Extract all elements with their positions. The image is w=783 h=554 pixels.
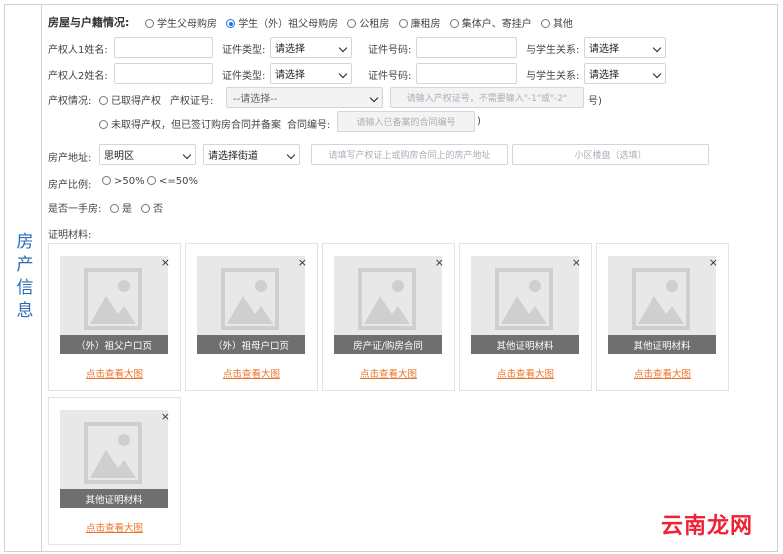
chevron-down-icon	[286, 150, 296, 160]
radio-icon[interactable]	[141, 204, 150, 213]
housing-type-option[interactable]: 公租房	[347, 19, 389, 30]
material-caption: 其他证明材料	[471, 335, 579, 354]
close-icon[interactable]: ×	[572, 256, 581, 269]
close-icon[interactable]: ×	[161, 410, 170, 423]
owner2-name-label: 产权人2姓名:	[48, 71, 108, 82]
contract-no-label: 合同编号:	[287, 120, 331, 131]
owner2-cert-no-input[interactable]	[416, 63, 517, 84]
property-cert-suffix: 号)	[588, 96, 602, 107]
material-thumbnail[interactable]: （外）祖母户口页	[197, 256, 305, 354]
close-icon[interactable]: ×	[161, 256, 170, 269]
chevron-down-icon	[652, 69, 662, 79]
housing-type-title: 房屋与户籍情况:	[48, 16, 130, 29]
owner1-name-label: 产权人1姓名:	[48, 45, 108, 56]
material-caption: 其他证明材料	[60, 489, 168, 508]
ratio-opt-gt50[interactable]: >50%	[102, 176, 145, 187]
materials-label: 证明材料:	[48, 230, 92, 241]
watermark-logo: 云南龙网	[660, 513, 753, 539]
housing-type-option[interactable]: 其他	[540, 19, 573, 30]
radio-icon[interactable]	[145, 19, 154, 28]
address-label: 房产地址:	[48, 153, 92, 164]
chevron-down-icon	[369, 93, 379, 103]
material-card: 其他证明材料 × 点击查看大图	[596, 243, 729, 391]
housing-type-options: 学生父母购房 学生（外）祖父母购房 公租房 廉租房 集体户、寄挂户 其他	[145, 15, 579, 30]
chevron-down-icon	[338, 43, 348, 53]
close-icon[interactable]: ×	[298, 256, 307, 269]
radio-icon[interactable]	[99, 120, 108, 129]
contract-no-input[interactable]: 请输入已备案的合同编号	[337, 111, 475, 132]
view-large-link[interactable]: 点击查看大图	[323, 366, 454, 380]
owner1-name-input[interactable]	[114, 37, 213, 58]
radio-icon[interactable]	[449, 19, 459, 28]
firsthand-yes[interactable]: 是	[110, 200, 132, 215]
property-cert-select[interactable]: --请选择--	[226, 87, 383, 108]
radio-icon[interactable]	[147, 176, 156, 185]
material-thumbnail[interactable]: （外）祖父户口页	[60, 256, 168, 354]
owner2-relation-select[interactable]: 请选择	[584, 63, 666, 84]
view-large-link[interactable]: 点击查看大图	[460, 366, 591, 380]
material-thumbnail[interactable]: 房产证/购房合同	[334, 256, 442, 354]
radio-icon[interactable]	[99, 96, 108, 105]
chevron-down-icon	[338, 69, 348, 79]
owner2-relation-label: 与学生关系:	[526, 71, 580, 82]
material-caption: （外）祖母户口页	[197, 335, 305, 354]
property-status-label: 产权情况:	[48, 96, 92, 107]
radio-icon[interactable]	[102, 176, 111, 185]
radio-icon[interactable]	[540, 19, 550, 28]
owner1-cert-no-label: 证件号码:	[368, 45, 412, 56]
community-input[interactable]: 小区楼盘（选填）	[512, 144, 709, 165]
firsthand-label: 是否一手房:	[48, 204, 102, 215]
material-thumbnail[interactable]: 其他证明材料	[471, 256, 579, 354]
owner2-cert-no-label: 证件号码:	[368, 71, 412, 82]
material-card: 房产证/购房合同 × 点击查看大图	[322, 243, 455, 391]
property-opt-obtained[interactable]: 已取得产权	[99, 92, 161, 107]
radio-icon[interactable]	[110, 204, 119, 213]
firsthand-no[interactable]: 否	[141, 200, 163, 215]
housing-type-option[interactable]: 集体户、寄挂户	[449, 19, 532, 30]
section-side-label: 房产信息	[5, 5, 42, 551]
owner1-cert-no-input[interactable]	[416, 37, 517, 58]
owner1-cert-type-label: 证件类型:	[222, 45, 266, 56]
owner1-relation-label: 与学生关系:	[526, 45, 580, 56]
material-card: （外）祖母户口页 × 点击查看大图	[185, 243, 318, 391]
property-cert-label: 产权证号:	[170, 96, 214, 107]
property-cert-input[interactable]: 请输入产权证号，不需要输入"-1"或"-2"	[390, 87, 584, 108]
owner2-name-input[interactable]	[114, 63, 213, 84]
view-large-link[interactable]: 点击查看大图	[49, 366, 180, 380]
radio-icon[interactable]	[398, 19, 408, 28]
view-large-link[interactable]: 点击查看大图	[597, 366, 728, 380]
material-card: 其他证明材料 × 点击查看大图	[48, 397, 181, 545]
owner2-cert-type-select[interactable]: 请选择	[270, 63, 352, 84]
property-opt-contract[interactable]: 未取得产权，但已签订购房合同并备案	[99, 116, 281, 131]
contract-suffix: )	[477, 116, 481, 127]
housing-type-option[interactable]: 学生（外）祖父母购房	[226, 19, 338, 30]
material-card: （外）祖父户口页 × 点击查看大图	[48, 243, 181, 391]
ratio-label: 房产比例:	[48, 180, 92, 191]
ratio-opt-le50[interactable]: <=50%	[147, 176, 198, 187]
material-caption: （外）祖父户口页	[60, 335, 168, 354]
view-large-link[interactable]: 点击查看大图	[49, 520, 180, 534]
owner2-cert-type-label: 证件类型:	[222, 71, 266, 82]
close-icon[interactable]: ×	[435, 256, 444, 269]
street-select[interactable]: 请选择街道	[203, 144, 300, 165]
housing-type-option[interactable]: 廉租房	[398, 19, 441, 30]
material-caption: 房产证/购房合同	[334, 335, 442, 354]
chevron-down-icon	[182, 150, 192, 160]
district-select[interactable]: 思明区	[99, 144, 196, 165]
address-input[interactable]: 请填写产权证上或购房合同上的房产地址	[311, 144, 508, 165]
close-icon[interactable]: ×	[709, 256, 718, 269]
owner1-cert-type-select[interactable]: 请选择	[270, 37, 352, 58]
housing-type-option[interactable]: 学生父母购房	[145, 19, 217, 30]
radio-icon[interactable]	[347, 19, 357, 28]
side-label-text: 房产信息	[12, 232, 33, 324]
radio-checked-icon[interactable]	[226, 19, 236, 28]
material-caption: 其他证明材料	[608, 335, 716, 354]
chevron-down-icon	[652, 43, 662, 53]
owner1-relation-select[interactable]: 请选择	[584, 37, 666, 58]
material-thumbnail[interactable]: 其他证明材料	[60, 410, 168, 508]
view-large-link[interactable]: 点击查看大图	[186, 366, 317, 380]
material-thumbnail[interactable]: 其他证明材料	[608, 256, 716, 354]
material-card: 其他证明材料 × 点击查看大图	[459, 243, 592, 391]
